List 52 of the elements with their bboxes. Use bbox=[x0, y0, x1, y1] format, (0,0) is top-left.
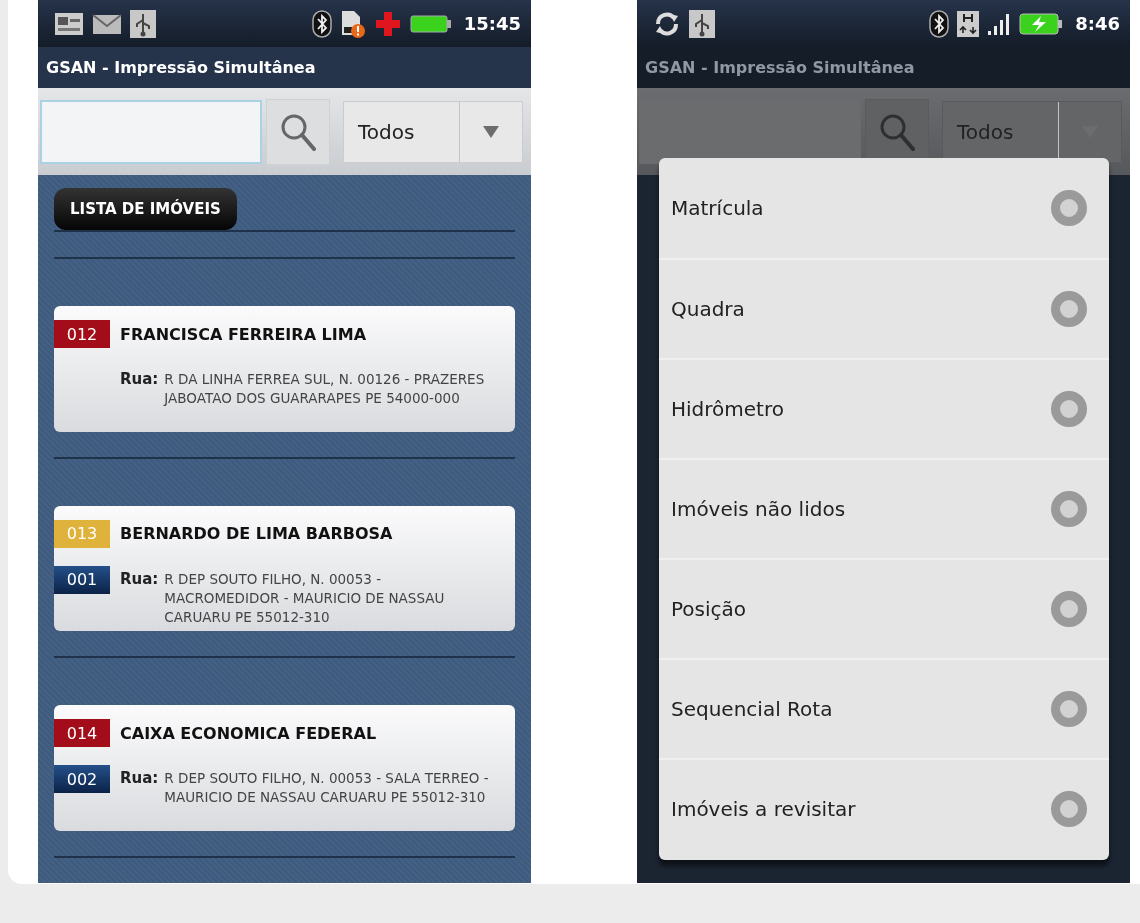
envelope-icon bbox=[92, 11, 122, 36]
section-label: LISTA DE IMÓVEIS bbox=[54, 188, 237, 230]
h-network-icon bbox=[957, 10, 980, 37]
owner-name: CAIXA ECONOMICA FEDERAL bbox=[120, 723, 378, 743]
sort-option[interactable]: Quadra bbox=[659, 258, 1109, 358]
address-label: Rua: bbox=[120, 769, 159, 790]
picture-icon bbox=[54, 10, 84, 37]
radio-button[interactable] bbox=[1051, 691, 1087, 727]
medical-cross-icon bbox=[373, 9, 402, 38]
battery-charging-icon bbox=[1019, 12, 1064, 35]
clock-time: 8:46 bbox=[1075, 13, 1120, 34]
battery-icon bbox=[409, 14, 452, 33]
address-label: Rua: bbox=[120, 569, 159, 590]
search-icon bbox=[879, 112, 915, 151]
sort-option[interactable]: Sequencial Rota bbox=[659, 658, 1109, 758]
number-tag: 014 bbox=[54, 719, 110, 748]
address-text: R DA LINHA FERREA SUL, N. 00126 - PRAZERES JABOATAO DOS GUARARAPES PE 54000-000 bbox=[164, 370, 486, 408]
owner-name: FRANCISCA FERREIRA LIMA bbox=[120, 324, 368, 344]
radio-button[interactable] bbox=[1051, 491, 1087, 527]
property-card[interactable]: 013 BERNARDO DE LIMA BARBOSA 001 Rua: R DEP SOUTO FILHO, N. 00053 - MACROMEDIDOR - MAURICIO DE NASSAU CARUARU PE 55012-310 bbox=[54, 505, 515, 632]
signal-icon bbox=[987, 11, 1012, 36]
clock-time: 15:45 bbox=[463, 13, 521, 34]
app-title: GSAN - Impressão Simultânea bbox=[645, 58, 915, 77]
bluetooth-icon bbox=[311, 9, 332, 38]
address-text: R DEP SOUTO FILHO, N. 00053 - SALA TERREO - MAURICIO DE NASSAU CARUARU PE 55012-310 bbox=[164, 769, 490, 808]
sync-icon bbox=[653, 9, 681, 38]
sd-card-warning-icon bbox=[339, 8, 366, 39]
radio-button[interactable] bbox=[1051, 791, 1087, 827]
caret-icon bbox=[483, 125, 499, 138]
property-card[interactable]: 014 CAIXA ECONOMICA FEDERAL 002 Rua: R DEP SOUTO FILHO, N. 00053 - SALA TERREO - MAURICIO DE NASSAU CARUARU PE 55012-310 bbox=[54, 705, 515, 831]
radio-button[interactable] bbox=[1051, 391, 1087, 427]
sort-option[interactable]: Hidrômetro bbox=[659, 358, 1109, 458]
bluetooth-icon bbox=[929, 9, 950, 38]
app-title: GSAN - Impressão Simultânea bbox=[46, 58, 316, 77]
sort-option[interactable]: Imóveis a revisitar bbox=[659, 758, 1109, 858]
address-text: R DEP SOUTO FILHO, N. 00053 - MACROMEDIDOR - MAURICIO DE NASSAU CARUARU PE 55012-310 bbox=[164, 569, 446, 627]
property-card[interactable]: 012 FRANCISCA FERREIRA LIMA Rua: R DA LINHA FERREA SUL, N. 00126 - PRAZERES JABOATAO DOS GUARARAPES PE 54000-000 bbox=[54, 306, 515, 432]
address-label: Rua: bbox=[120, 370, 159, 390]
sort-option[interactable]: Posição bbox=[659, 558, 1109, 658]
radio-button[interactable] bbox=[1051, 591, 1087, 627]
sub-number-tag: 002 bbox=[54, 765, 110, 794]
owner-name: BERNARDO DE LIMA BARBOSA bbox=[120, 524, 394, 544]
usb-icon bbox=[130, 9, 156, 38]
number-tag: 013 bbox=[54, 519, 110, 548]
radio-button[interactable] bbox=[1051, 291, 1087, 327]
sort-option[interactable]: Imóveis não lidos bbox=[659, 458, 1109, 558]
usb-icon bbox=[689, 9, 715, 38]
search-icon bbox=[280, 112, 316, 151]
radio-button[interactable] bbox=[1051, 190, 1087, 226]
sub-number-tag: 001 bbox=[54, 565, 110, 594]
filter-dropdown[interactable]: Todos bbox=[343, 100, 523, 163]
number-tag: 012 bbox=[54, 320, 110, 348]
